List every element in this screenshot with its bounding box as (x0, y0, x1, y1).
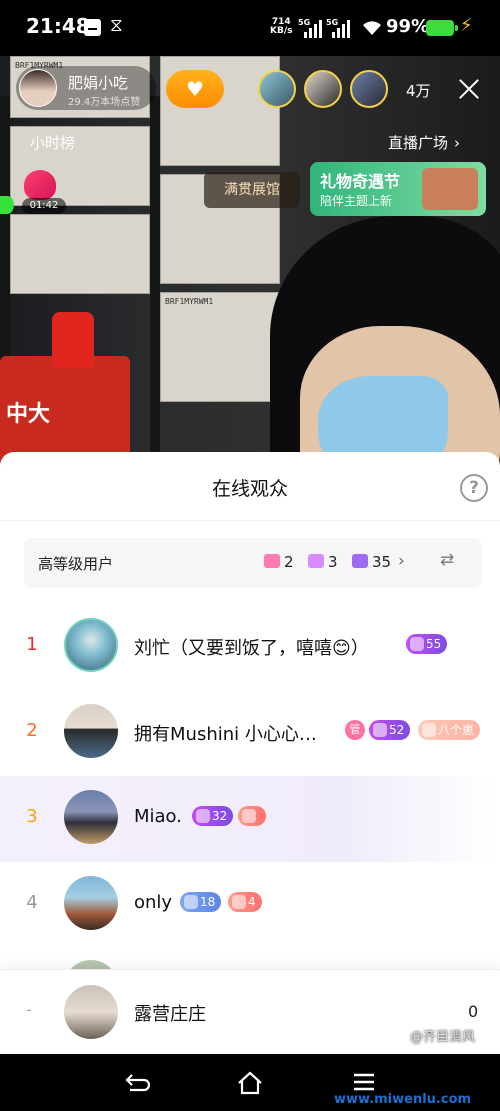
home-icon[interactable] (236, 1070, 264, 1096)
level-label: 高等级用户 (38, 555, 114, 573)
level-badge: 52 (369, 720, 411, 740)
online-audience-sheet: 在线观众 ? 高等级用户 2 3 35 › ⇄ 1 刘忙（又要到饭了，嘻嘻😊） … (0, 452, 500, 1054)
admin-badge: 管 (345, 720, 365, 740)
signal-icon (332, 20, 352, 38)
menu-icon[interactable] (352, 1072, 376, 1092)
heart-icon: ♥ (186, 77, 204, 101)
viewer-avatar[interactable] (64, 704, 118, 758)
gift-festival-banner[interactable]: 礼物奇遇节 陪伴主题上新 (310, 162, 486, 216)
viewer-count[interactable]: 4万 (406, 80, 431, 101)
divider (0, 520, 500, 521)
my-count: 0 (468, 1002, 479, 1021)
my-rank: - (26, 1000, 32, 1019)
hexagon-icon (352, 554, 368, 568)
viewer-rank: 3 (26, 806, 38, 827)
status-time: 21:48 (26, 14, 90, 38)
fan-badge: 4 (228, 892, 262, 912)
hour-rank-link[interactable]: 小时榜 (30, 132, 75, 153)
fan-badge (238, 806, 266, 826)
side-tab[interactable] (0, 196, 14, 214)
hourglass-icon: ⧖ (110, 15, 123, 36)
help-icon[interactable]: ? (460, 474, 488, 502)
level-badge: 32 (192, 806, 234, 826)
top-viewer-avatar[interactable] (258, 70, 296, 108)
network-speed: 714 KB/s (270, 17, 293, 36)
wifi-icon (363, 21, 381, 35)
viewer-name: Miao. (134, 806, 182, 827)
gem-icon (24, 170, 56, 200)
battery-icon (426, 20, 458, 36)
shelf (150, 96, 160, 466)
hexagon-count: 35 (352, 553, 391, 571)
honor-hall-badge[interactable]: 满贯展馆 (204, 172, 300, 208)
crown-icon (264, 554, 280, 568)
viewer-row[interactable]: 2 拥有Mushini 小心心… 管 52 八个崽 (0, 690, 500, 776)
viewer-rank: 1 (26, 634, 38, 655)
level-badge: 55 (406, 634, 448, 654)
timer-badge[interactable]: 01:42 (14, 170, 66, 216)
chevron-right-icon[interactable]: › (398, 551, 405, 571)
banner-image (422, 168, 478, 210)
top-viewer-avatar[interactable] (304, 70, 342, 108)
signal-icon (304, 20, 324, 38)
top-viewer-avatar[interactable] (350, 70, 388, 108)
back-icon[interactable] (124, 1072, 152, 1094)
site-watermark: www.miwenlu.com (334, 1092, 472, 1107)
viewer-avatar[interactable] (64, 790, 118, 844)
my-avatar[interactable] (64, 985, 118, 1039)
anchor-avatar[interactable] (19, 69, 57, 107)
sheet-title: 在线观众 (211, 478, 288, 500)
banner-subtitle: 陪伴主题上新 (320, 194, 393, 208)
high-level-users-row[interactable]: 高等级用户 2 3 35 › ⇄ (24, 538, 482, 588)
red-cap (52, 312, 94, 368)
swap-icon[interactable]: ⇄ (440, 550, 454, 570)
live-video[interactable]: BRF1MYRWM1 BRF1MYRWM1 中大 (0, 56, 500, 466)
anchor-info[interactable]: 肥娟小吃 29.4万本场点赞 (16, 66, 156, 110)
viewer-name: 拥有Mushini 小心心… (134, 724, 317, 745)
viewer-row[interactable]: 1 刘忙（又要到饭了，嘻嘻😊） 55 (0, 604, 500, 690)
anchor-likes: 29.4万本场点赞 (68, 97, 141, 108)
crown-count: 2 (264, 553, 294, 571)
status-bar: 21:48 ⧖ 714 KB/s 5G 5G 99% ⚡ (0, 0, 500, 56)
close-icon[interactable] (456, 76, 482, 102)
charging-icon: ⚡ (460, 15, 473, 36)
viewer-avatar[interactable] (64, 618, 118, 672)
my-name: 露营庄庄 (134, 1004, 206, 1025)
fan-badge: 八个崽 (418, 720, 481, 740)
viewer-row[interactable]: 4 only 18 4 (0, 862, 500, 948)
carton-box: BRF1MYRWM1 (160, 292, 280, 402)
level-badge: 18 (180, 892, 222, 912)
viewer-rank: 2 (26, 720, 38, 741)
red-machine: 中大 (0, 356, 130, 466)
banner-title: 礼物奇遇节 (320, 172, 401, 191)
viewer-avatar[interactable] (64, 876, 118, 930)
carton-box (10, 214, 150, 294)
viewer-name: 刘忙（又要到饭了，嘻嘻😊） (134, 638, 369, 659)
gem-count: 3 (308, 553, 338, 571)
live-square-link[interactable]: 直播广场 › (388, 132, 460, 153)
gem-icon (308, 554, 324, 568)
timer-text: 01:42 (22, 198, 66, 214)
viewer-row[interactable]: 3 Miao. 32 (0, 776, 500, 862)
chevron-right-icon: › (454, 134, 461, 152)
viewer-name: only (134, 892, 173, 913)
battery-percent: 99% (386, 16, 430, 37)
viewer-rank: 4 (26, 892, 38, 913)
watermark: @齐目清风 (410, 1030, 476, 1045)
message-icon (84, 19, 101, 36)
anchor-name: 肥娟小吃 (68, 74, 129, 92)
follow-button[interactable]: ♥ (166, 70, 224, 108)
